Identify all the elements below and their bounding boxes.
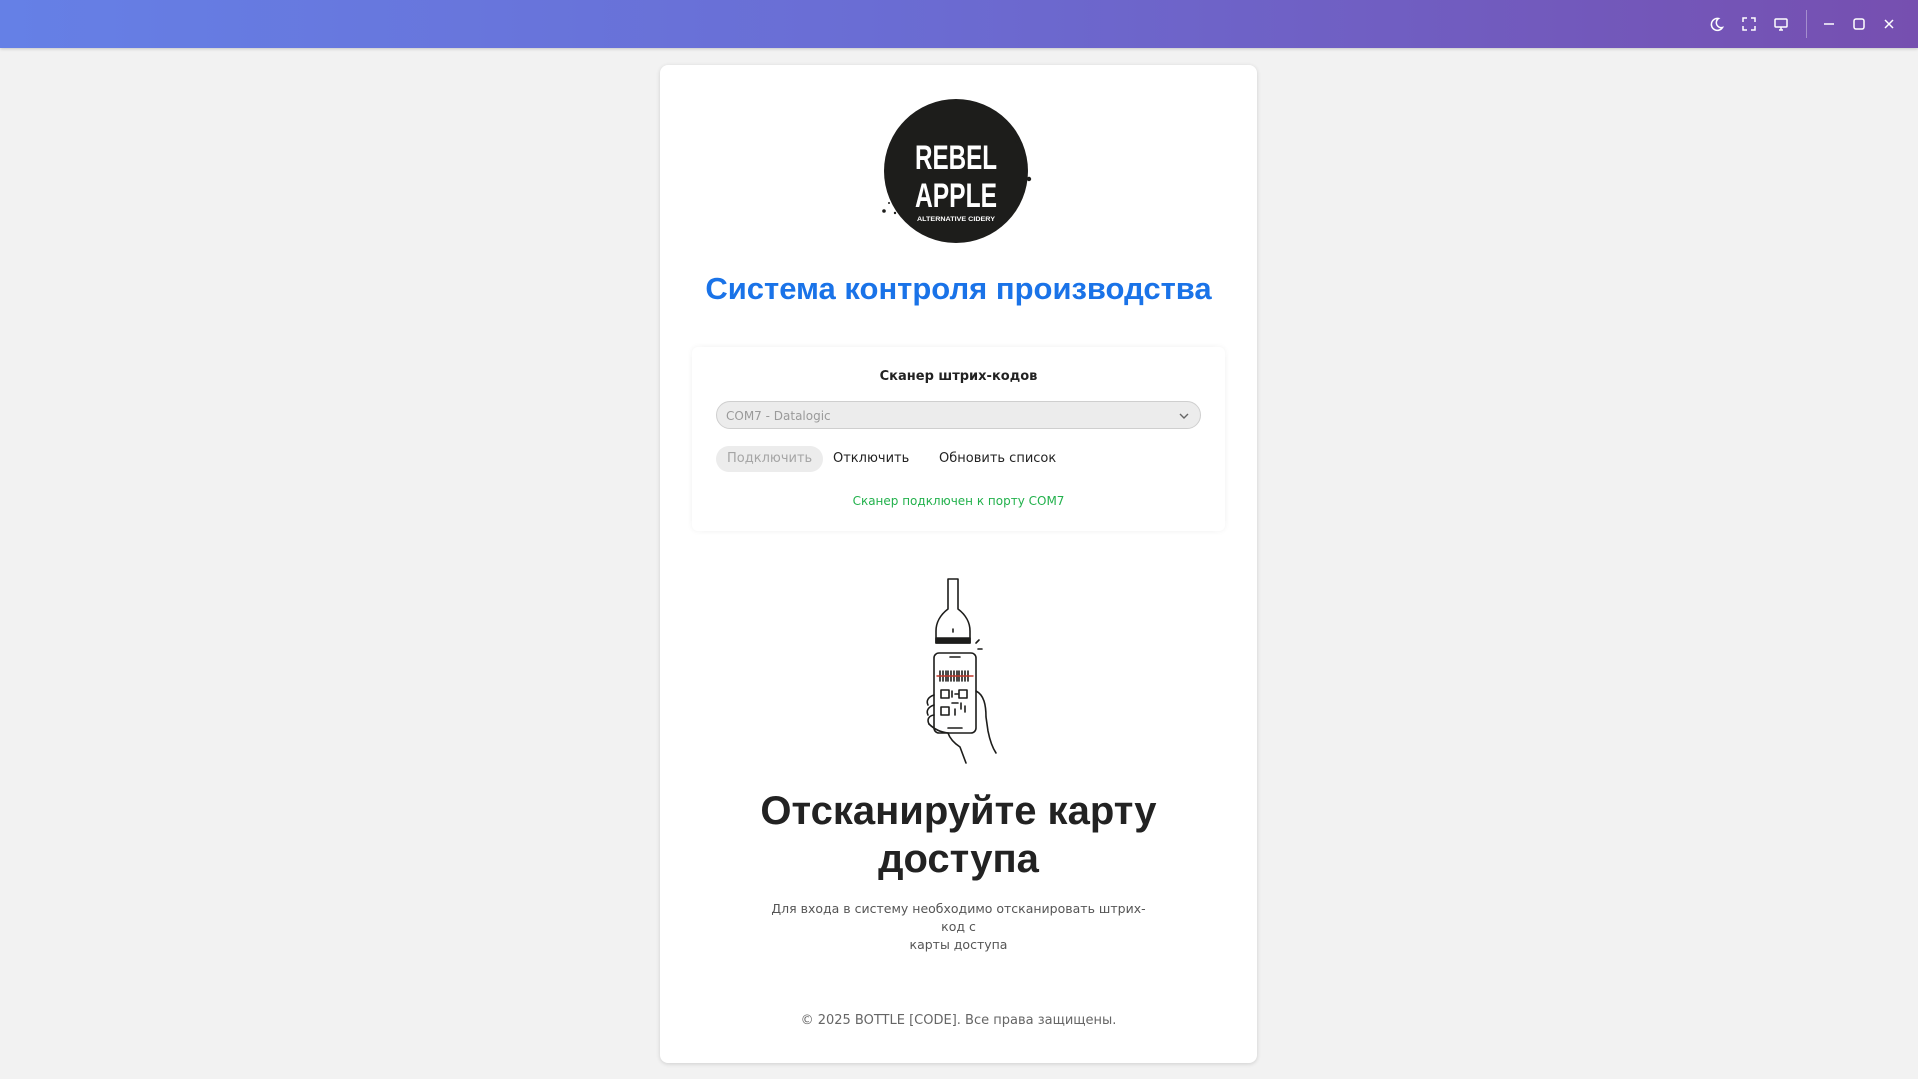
chevron-down-icon (1179, 413, 1189, 419)
close-icon[interactable] (1877, 12, 1901, 36)
port-select[interactable]: COM7 - Datalogic (716, 401, 1201, 429)
svg-text:ALTERNATIVE CIDERY: ALTERNATIVE CIDERY (917, 216, 996, 223)
scan-subtitle: Для входа в систему необходимо отсканиро… (768, 900, 1149, 954)
scanner-panel: Сканер штрих-кодов COM7 - Datalogic Подк… (692, 347, 1225, 531)
scanner-title: Сканер штрих-кодов (879, 369, 1038, 384)
maximize-icon[interactable] (1847, 12, 1871, 36)
scan-heading-line2: доступа (878, 837, 1039, 881)
rebel-apple-logo: REBEL APPLE ALTERNATIVE CIDERY (882, 99, 1032, 243)
scan-subtitle-line1: Для входа в систему необходимо отсканиро… (771, 901, 1146, 934)
scan-heading-line1: Отсканируйте карту (760, 789, 1157, 833)
login-card: REBEL APPLE ALTERNATIVE CIDERY Система к… (660, 65, 1257, 1063)
page-title: Система контроля производства (705, 271, 1212, 306)
monitor-icon[interactable] (1769, 12, 1793, 36)
footer-copyright: © 2025 BOTTLE [CODE]. Все права защищены… (800, 1013, 1117, 1028)
svg-text:REBEL: REBEL (915, 139, 997, 177)
scanner-status: Сканер подключен к порту COM7 (852, 494, 1065, 508)
port-select-value: COM7 - Datalogic (726, 409, 831, 423)
fullscreen-icon[interactable] (1737, 12, 1761, 36)
barcode-scanner-illustration (926, 578, 997, 764)
titlebar-separator (1806, 10, 1807, 38)
disconnect-button[interactable]: Отключить (822, 446, 920, 472)
connect-button[interactable]: Подключить (716, 446, 824, 472)
refresh-list-button[interactable]: Обновить список (928, 446, 1067, 472)
window-titlebar (0, 0, 1918, 48)
night-mode-icon[interactable] (1705, 12, 1729, 36)
minimize-icon[interactable] (1817, 12, 1841, 36)
scan-subtitle-line2: карты доступа (909, 937, 1008, 952)
scan-heading: Отсканируйте карту доступа (700, 787, 1217, 883)
svg-text:APPLE: APPLE (915, 177, 997, 215)
